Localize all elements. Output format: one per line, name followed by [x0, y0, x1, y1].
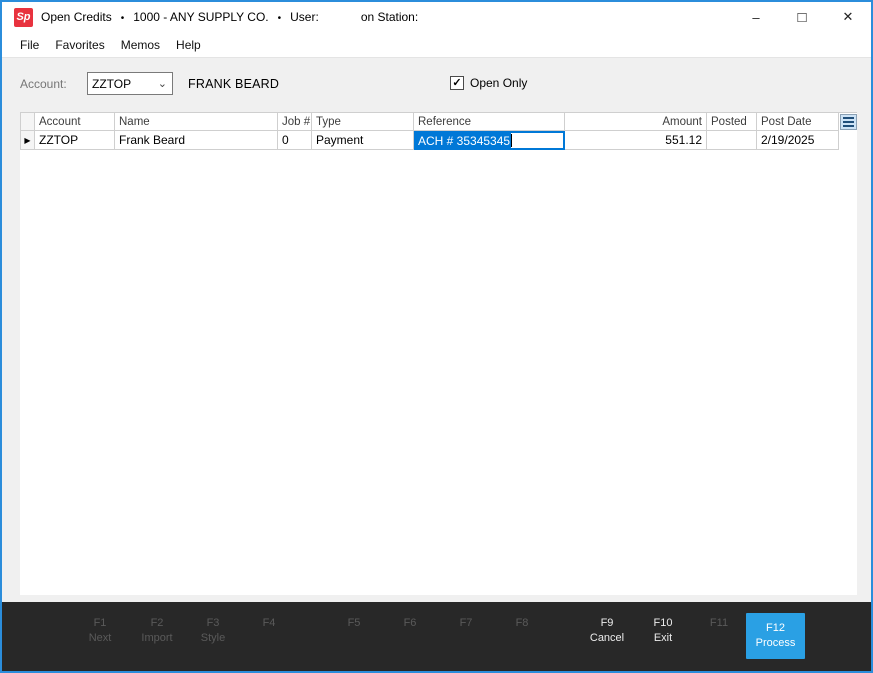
- fkey-f4[interactable]: F4: [241, 616, 297, 631]
- fkey-label: F9: [579, 616, 635, 631]
- account-label: Account:: [20, 77, 67, 91]
- account-combobox[interactable]: ZZTOP ⌄: [87, 72, 173, 95]
- fkey-label: F7: [438, 616, 494, 631]
- fkey-label: F1: [72, 616, 128, 631]
- maximize-button[interactable]: □: [779, 2, 825, 32]
- fkey-sublabel: Cancel: [579, 631, 635, 646]
- fkey-f1[interactable]: F1Next: [72, 616, 128, 646]
- fkey-label: F12: [766, 621, 785, 636]
- fkey-f7[interactable]: F7: [438, 616, 494, 631]
- close-button[interactable]: ✕: [825, 2, 871, 32]
- cell-account[interactable]: ZZTOP: [35, 131, 115, 150]
- fkey-sublabel: Import: [129, 631, 185, 646]
- fkey-f5[interactable]: F5: [326, 616, 382, 631]
- cell-type[interactable]: Payment: [312, 131, 414, 150]
- account-combobox-value: ZZTOP: [88, 77, 158, 91]
- chevron-down-icon: ⌄: [158, 79, 172, 89]
- menu-help[interactable]: Help: [168, 34, 209, 56]
- cell-post-date[interactable]: 2/19/2025: [757, 131, 839, 150]
- credits-grid: Account Name Job # Type Reference Amount…: [20, 112, 857, 595]
- minimize-button[interactable]: –: [733, 2, 779, 32]
- open-only-label: Open Only: [470, 76, 527, 90]
- function-key-bar: F1Next F2Import F3Style F4 F5 F6 F7 F8 F…: [2, 602, 871, 671]
- fkey-sublabel: Next: [72, 631, 128, 646]
- cell-name[interactable]: Frank Beard: [115, 131, 278, 150]
- text-caret: [511, 134, 512, 147]
- menu-favorites[interactable]: Favorites: [47, 34, 112, 56]
- menu-line: [843, 125, 854, 127]
- fkey-label: F4: [241, 616, 297, 631]
- fkey-f8[interactable]: F8: [494, 616, 550, 631]
- column-header-amount[interactable]: Amount: [565, 113, 707, 131]
- grid-corner-cell: [20, 113, 35, 131]
- title-separator: •: [278, 13, 282, 24]
- column-header-post-date[interactable]: Post Date: [757, 113, 839, 131]
- titlebar: Sp Open Credits • 1000 - ANY SUPPLY CO. • Us…: [2, 2, 871, 32]
- fkey-label: F2: [129, 616, 185, 631]
- window-title: Open Credits • 1000 - ANY SUPPLY CO. • User:…: [41, 10, 418, 24]
- column-header-name[interactable]: Name: [115, 113, 278, 131]
- fkey-f11[interactable]: F11: [691, 616, 747, 631]
- column-header-job[interactable]: Job #: [278, 113, 312, 131]
- fkey-f10-exit[interactable]: F10Exit: [635, 616, 691, 646]
- app-logo-icon: Sp: [14, 8, 33, 27]
- fkey-label: F6: [382, 616, 438, 631]
- fkey-f3[interactable]: F3Style: [185, 616, 241, 646]
- table-row[interactable]: ▶ ZZTOP Frank Beard 0 Payment ACH # 3534…: [20, 131, 857, 150]
- cell-reference-edit-field[interactable]: ACH # 35345345: [414, 131, 565, 150]
- grid-options-menu-icon[interactable]: [840, 114, 857, 130]
- account-holder-name: FRANK BEARD: [188, 77, 279, 91]
- grid-header-row: Account Name Job # Type Reference Amount…: [20, 113, 857, 131]
- cell-job[interactable]: 0: [278, 131, 312, 150]
- title-separator: •: [121, 13, 125, 24]
- fkey-label: F11: [691, 616, 747, 631]
- fkey-f9-cancel[interactable]: F9Cancel: [579, 616, 635, 646]
- menu-file[interactable]: File: [12, 34, 47, 56]
- fkey-label: F5: [326, 616, 382, 631]
- menu-line: [843, 117, 854, 119]
- menu-memos[interactable]: Memos: [113, 34, 168, 56]
- fkey-f6[interactable]: F6: [382, 616, 438, 631]
- fkey-sublabel: Exit: [635, 631, 691, 646]
- title-company: 1000 - ANY SUPPLY CO.: [133, 10, 268, 24]
- app-window: Sp Open Credits • 1000 - ANY SUPPLY CO. • Us…: [0, 0, 873, 673]
- open-only-filter: ✓ Open Only: [450, 76, 527, 90]
- row-selector-cell[interactable]: ▶: [20, 131, 35, 150]
- column-header-type[interactable]: Type: [312, 113, 414, 131]
- fkey-sublabel: Process: [756, 636, 796, 651]
- cell-amount[interactable]: 551.12: [565, 131, 707, 150]
- current-row-marker-icon: ▶: [24, 136, 30, 145]
- fkey-label: F8: [494, 616, 550, 631]
- window-controls: – □ ✕: [733, 2, 871, 32]
- fkey-f12-process-button[interactable]: F12Process: [746, 613, 805, 659]
- fkey-f2[interactable]: F2Import: [129, 616, 185, 646]
- open-only-checkbox[interactable]: ✓: [450, 76, 464, 90]
- fkey-label: F3: [185, 616, 241, 631]
- fkey-label: F10: [635, 616, 691, 631]
- column-header-reference[interactable]: Reference: [414, 113, 565, 131]
- menu-bar: File Favorites Memos Help: [2, 32, 871, 58]
- title-user-label: User:: [290, 10, 319, 24]
- title-app-name: Open Credits: [41, 10, 112, 24]
- title-station-label: on Station:: [361, 10, 418, 24]
- fkey-sublabel: Style: [185, 631, 241, 646]
- menu-line: [843, 121, 854, 123]
- reference-selected-text: ACH # 35345345: [416, 133, 511, 149]
- cell-posted[interactable]: [707, 131, 757, 150]
- column-header-posted[interactable]: Posted: [707, 113, 757, 131]
- column-header-account[interactable]: Account: [35, 113, 115, 131]
